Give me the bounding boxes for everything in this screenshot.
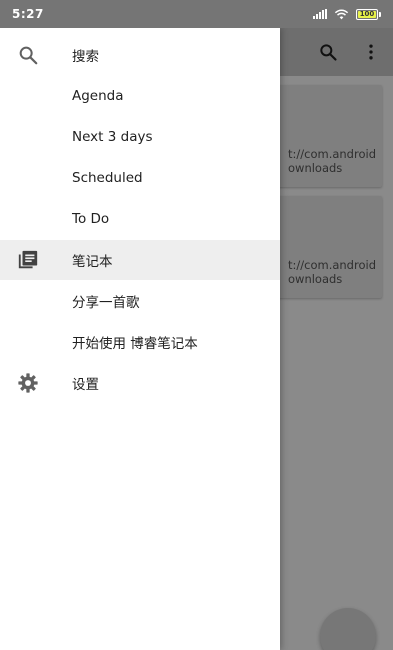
drawer-item-label: 搜索 <box>72 49 99 65</box>
drawer-item-notebook[interactable]: 笔记本 <box>0 240 280 280</box>
card-text: ownloads <box>288 272 343 286</box>
drawer-item-label: 分享一首歌 <box>72 295 140 311</box>
signal-icon <box>313 9 327 19</box>
drawer-item-label: Scheduled <box>72 170 143 186</box>
status-time: 5:27 <box>12 7 44 21</box>
status-icons: 100 <box>313 8 381 20</box>
battery-icon: 100 <box>356 8 381 20</box>
battery-level: 100 <box>358 10 376 18</box>
drawer-item-label: To Do <box>72 211 110 227</box>
drawer-item-label: Agenda <box>72 88 124 104</box>
wifi-icon <box>334 8 349 19</box>
drawer-item-label: 笔记本 <box>72 254 113 270</box>
search-icon[interactable] <box>318 42 338 62</box>
notebook-icon <box>18 250 38 269</box>
drawer-item-label: 设置 <box>72 377 99 393</box>
status-bar: 5:27 100 <box>0 0 393 28</box>
more-vert-icon[interactable] <box>361 42 381 62</box>
drawer-item-label: Next 3 days <box>72 129 153 145</box>
drawer-item-scheduled[interactable]: Scheduled <box>0 158 280 198</box>
drawer-item-label: 开始使用 博睿笔记本 <box>72 336 198 352</box>
drawer-item-search[interactable]: 搜索 <box>0 35 280 75</box>
navigation-drawer: 搜索 Agenda Next 3 days Scheduled To Do 笔记… <box>0 28 280 650</box>
drawer-item-next-3-days[interactable]: Next 3 days <box>0 117 280 157</box>
drawer-item-share-song[interactable]: 分享一首歌 <box>0 281 280 321</box>
drawer-item-agenda[interactable]: Agenda <box>0 76 280 116</box>
fab-button[interactable] <box>320 608 376 650</box>
drawer-item-settings[interactable]: 设置 <box>0 363 280 403</box>
search-icon <box>19 46 38 65</box>
card-text: t://com.android <box>288 258 376 272</box>
settings-icon <box>18 373 38 393</box>
drawer-item-getting-started[interactable]: 开始使用 博睿笔记本 <box>0 322 280 362</box>
drawer-item-todo[interactable]: To Do <box>0 199 280 239</box>
card-text: t://com.android <box>288 147 376 161</box>
card-text: ownloads <box>288 161 343 175</box>
